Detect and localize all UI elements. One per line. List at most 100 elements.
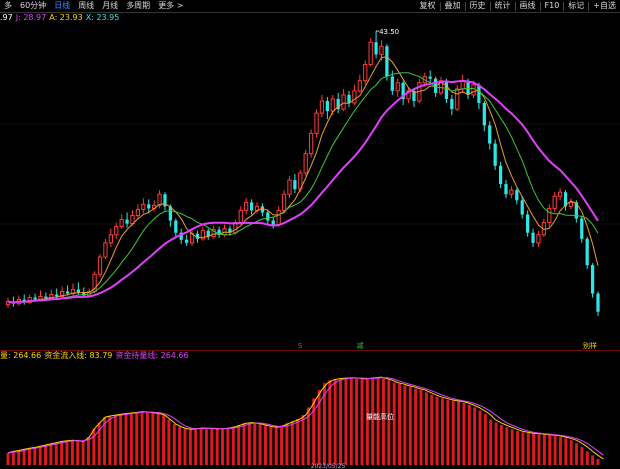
volume-bar <box>108 415 112 465</box>
volume-bar <box>290 421 294 465</box>
volume-bar <box>467 405 471 465</box>
high-price-label: 43.50 <box>379 28 399 36</box>
candle[interactable] <box>314 109 319 138</box>
volume-bar <box>221 428 225 465</box>
candle[interactable] <box>363 60 368 85</box>
candle[interactable] <box>385 44 389 81</box>
period-tab-3[interactable]: 周线 <box>74 0 98 12</box>
candle[interactable] <box>368 38 373 67</box>
volume-bar <box>328 380 332 465</box>
volume-bar <box>188 429 192 465</box>
date-axis-label: 2023/05/25 <box>311 463 346 469</box>
volume-bar <box>183 428 187 465</box>
volume-bar <box>156 413 160 465</box>
tool-button-0[interactable]: 复权 <box>416 0 440 12</box>
volume-bar <box>414 388 418 465</box>
volume-bar <box>76 440 80 465</box>
volume-bar <box>215 428 219 465</box>
legend-item-1: J: 28.97 <box>15 13 47 22</box>
volume-bar <box>478 410 482 465</box>
volume-bar <box>167 419 171 465</box>
tool-button-1[interactable]: 叠加 <box>441 0 465 12</box>
period-tab-6[interactable]: 更多 > <box>154 0 187 12</box>
indicator_legend-item-1: 资金流入线: 83.79 <box>44 351 113 360</box>
period-toolbar: 多 60分钟 日线 周线 月线 多周期 更多 > 复权 叠加 历史 统计 画线 F10 标记 +自选 <box>0 0 620 13</box>
volume-bar <box>575 443 579 465</box>
volume-bar <box>355 378 359 465</box>
signal-marker-2[interactable]: 别样 <box>583 341 597 350</box>
volume-bar <box>263 425 267 465</box>
volume-bar <box>81 441 85 465</box>
volume-bar <box>537 434 541 465</box>
volume-bar <box>333 378 337 465</box>
indicator_legend-item-2: 资金持量线: 264.66 <box>115 351 189 360</box>
tool-buttons: 复权 叠加 历史 统计 画线 F10 标记 +自选 <box>416 0 620 12</box>
signal-marker-0[interactable]: S <box>298 342 303 350</box>
volume-bar <box>349 377 353 465</box>
period-tab-1[interactable]: 60分钟 <box>16 0 50 12</box>
volume-bar <box>269 426 273 465</box>
volume-bar <box>92 428 96 465</box>
volume-bar <box>301 415 305 465</box>
volume-bar <box>199 428 203 465</box>
volume-bar <box>162 415 166 465</box>
tool-button-4[interactable]: 画线 <box>516 0 540 12</box>
candle[interactable] <box>303 149 308 176</box>
volume-bar <box>151 412 155 465</box>
volume-bar <box>451 400 455 465</box>
volume-bar <box>140 411 144 465</box>
volume-bar <box>521 432 525 465</box>
volume-bar <box>462 402 466 465</box>
volume-bar <box>17 450 21 465</box>
volume-bar <box>591 455 595 465</box>
candle[interactable] <box>92 271 97 294</box>
volume-bar <box>365 378 369 465</box>
volume-bar <box>494 422 498 465</box>
volume-bar <box>54 442 58 465</box>
indicator-legend-main: .97 J: 28.97 A: 23.93 X: 23.95 <box>0 13 122 23</box>
volume-bar <box>6 452 10 465</box>
candle[interactable] <box>585 236 589 270</box>
candle[interactable] <box>308 129 314 158</box>
volume-bar <box>564 438 568 465</box>
period-tabs: 多 60分钟 日线 周线 月线 多周期 更多 > <box>0 0 187 12</box>
candlestick-chart[interactable]: 43.50 S 减 别样 <box>0 24 620 350</box>
volume-bar <box>387 380 391 465</box>
volume-bar <box>371 377 375 465</box>
tool-button-2[interactable]: 历史 <box>466 0 490 12</box>
volume-bar <box>510 429 514 465</box>
signal-marker-1[interactable]: 减 <box>357 341 364 350</box>
volume-bar <box>296 418 300 465</box>
volume-bar <box>226 428 230 465</box>
volume-bar <box>11 451 15 465</box>
volume-bar <box>360 378 364 465</box>
volume-bar <box>113 415 117 465</box>
volume-bar <box>119 414 123 465</box>
period-tab-0[interactable]: 多 <box>0 0 16 12</box>
volume-bar <box>440 398 444 465</box>
candle[interactable] <box>97 254 103 278</box>
tool-button-6[interactable]: 标记 <box>564 0 588 12</box>
volume-bar <box>580 446 584 465</box>
volume-bar <box>339 378 343 465</box>
tool-button-3[interactable]: 统计 <box>491 0 515 12</box>
volume-bar <box>548 435 552 465</box>
volume-bar <box>558 437 562 465</box>
candle[interactable] <box>455 84 460 112</box>
volume-bar <box>204 428 208 465</box>
volume-bar <box>376 377 380 465</box>
tool-button-5[interactable]: F10 <box>541 0 564 12</box>
tool-button-7[interactable]: +自选 <box>589 0 620 12</box>
period-tab-2[interactable]: 日线 <box>50 0 74 12</box>
volume-bar <box>505 427 509 465</box>
volume-bar <box>435 396 439 465</box>
volume-bar <box>210 428 214 465</box>
period-tab-5[interactable]: 多周期 <box>122 0 154 12</box>
period-tab-4[interactable]: 月线 <box>98 0 122 12</box>
indicator_legend-item-0: 量: 264.66 <box>0 351 42 360</box>
candle[interactable] <box>590 263 595 298</box>
money-flow-chart[interactable]: 量能高位 2023/05/25 <box>0 361 620 469</box>
volume-bar <box>65 440 69 465</box>
candle[interactable] <box>493 139 497 170</box>
indicator-legend-volume: 量: 264.66 资金流入线: 83.79 资金持量线: 264.66 <box>0 351 192 361</box>
